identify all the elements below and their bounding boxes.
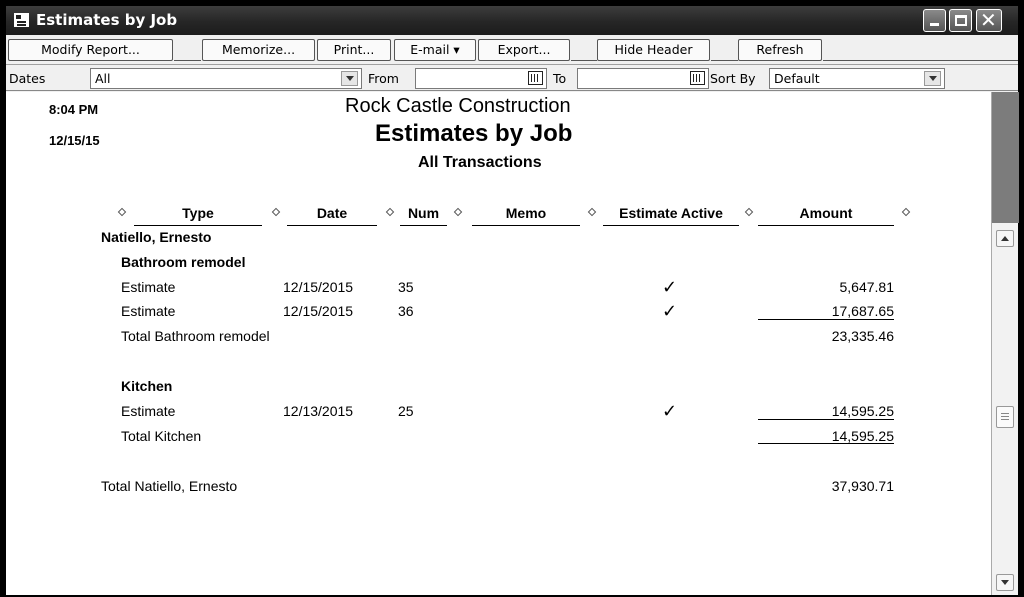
toolbar-separator	[174, 60, 201, 61]
dates-dropdown[interactable]: All	[90, 68, 362, 89]
minimize-button[interactable]	[923, 9, 946, 32]
row-type[interactable]: Estimate	[121, 403, 175, 419]
subtotal-underline	[758, 319, 894, 320]
chevron-down-icon[interactable]	[341, 71, 358, 86]
report-toolbar: Modify Report... Memorize... Print... E-…	[6, 35, 1018, 65]
column-header-type[interactable]: Type	[134, 205, 262, 221]
row-amount[interactable]: 17,687.65	[774, 303, 894, 319]
column-diamond-icon[interactable]	[453, 207, 463, 217]
column-underline	[400, 225, 447, 226]
chevron-down-icon[interactable]	[924, 71, 941, 86]
from-date-field[interactable]	[415, 68, 547, 89]
job-total-amount[interactable]: 23,335.46	[774, 328, 894, 344]
email-dropdown-button[interactable]: E-mail ▾	[394, 39, 476, 61]
toolbar-separator	[711, 60, 738, 61]
sort-by-dropdown[interactable]: Default	[769, 68, 945, 89]
print-button[interactable]: Print...	[317, 39, 391, 61]
row-num[interactable]: 35	[398, 279, 414, 295]
report-date: 12/15/15	[49, 133, 100, 148]
column-header-estimate-active[interactable]: Estimate Active	[603, 205, 739, 221]
report-time: 8:04 PM	[49, 102, 99, 117]
calendar-icon[interactable]	[528, 71, 543, 85]
scrollbar-thumb[interactable]	[996, 406, 1014, 428]
maximize-icon	[955, 15, 967, 26]
row-type[interactable]: Estimate	[121, 303, 175, 319]
title-bar[interactable]: Estimates by Job ✕	[6, 6, 1018, 35]
close-icon: ✕	[980, 8, 997, 32]
filter-bar: Dates All From To Sort By Default	[6, 66, 1018, 91]
row-date[interactable]: 12/15/2015	[283, 303, 353, 319]
row-type[interactable]: Estimate	[121, 279, 175, 295]
scrollbar-header-region	[992, 92, 1019, 223]
to-label: To	[553, 71, 567, 86]
modify-report-button[interactable]: Modify Report...	[8, 39, 173, 61]
job-total-label[interactable]: Total Bathroom remodel	[121, 328, 270, 344]
report-content: 8:04 PM 12/15/15 Rock Castle Constructio…	[6, 92, 991, 595]
row-amount[interactable]: 5,647.81	[774, 279, 895, 295]
from-label: From	[368, 71, 399, 86]
customer-total-label[interactable]: Total Natiello, Ernesto	[101, 478, 237, 494]
hide-header-button[interactable]: Hide Header	[597, 39, 710, 61]
column-diamond-icon[interactable]	[744, 207, 754, 217]
estimate-active-checkmark: ✓	[662, 301, 678, 322]
job-total-label[interactable]: Total Kitchen	[121, 428, 201, 444]
column-diamond-icon[interactable]	[385, 207, 395, 217]
subtotal-underline	[758, 419, 894, 420]
row-date[interactable]: 12/13/2015	[283, 403, 353, 419]
refresh-button[interactable]: Refresh	[738, 39, 822, 61]
sort-by-value: Default	[774, 71, 820, 86]
column-diamond-icon[interactable]	[587, 207, 597, 217]
row-num[interactable]: 25	[398, 403, 414, 419]
export-button[interactable]: Export...	[478, 39, 570, 61]
estimate-active-checkmark: ✓	[662, 277, 678, 298]
column-header-num[interactable]: Num	[400, 205, 447, 221]
sort-by-label: Sort By	[710, 71, 756, 86]
toolbar-separator	[823, 60, 1018, 61]
column-underline	[287, 225, 377, 226]
job-name[interactable]: Kitchen	[121, 378, 172, 394]
subtotal-underline	[758, 443, 894, 444]
row-date[interactable]: 12/15/2015	[283, 279, 353, 295]
toolbar-separator	[571, 60, 597, 61]
report-title: Estimates by Job	[375, 120, 573, 147]
dates-label: Dates	[9, 71, 46, 86]
dates-value: All	[95, 71, 111, 86]
calendar-icon[interactable]	[690, 71, 705, 85]
job-name[interactable]: Bathroom remodel	[121, 254, 245, 270]
column-underline	[603, 225, 739, 226]
column-diamond-icon[interactable]	[901, 207, 911, 217]
column-header-memo[interactable]: Memo	[472, 205, 580, 221]
job-total-amount[interactable]: 14,595.25	[774, 428, 894, 444]
column-underline	[758, 225, 894, 226]
column-underline	[472, 225, 580, 226]
report-window-icon	[14, 13, 29, 27]
scroll-down-icon[interactable]	[996, 574, 1014, 591]
minimize-icon	[930, 23, 939, 26]
column-underline	[134, 225, 262, 226]
row-num[interactable]: 36	[398, 303, 414, 319]
report-window: Estimates by Job ✕ Modify Report... Memo…	[0, 0, 1024, 597]
column-diamond-icon[interactable]	[271, 207, 281, 217]
customer-name[interactable]: Natiello, Ernesto	[101, 229, 211, 245]
report-subtitle: All Transactions	[418, 154, 542, 171]
column-diamond-icon[interactable]	[117, 207, 127, 217]
memorize-button[interactable]: Memorize...	[202, 39, 315, 61]
vertical-scrollbar[interactable]	[991, 92, 1019, 595]
window-title: Estimates by Job	[36, 11, 178, 29]
window-client: Modify Report... Memorize... Print... E-…	[6, 35, 1019, 595]
maximize-button[interactable]	[949, 9, 972, 32]
to-date-field[interactable]	[577, 68, 709, 89]
customer-total-amount[interactable]: 37,930.71	[774, 478, 894, 494]
column-header-date[interactable]: Date	[287, 205, 377, 221]
close-button[interactable]: ✕	[976, 8, 1002, 32]
company-name: Rock Castle Construction	[345, 95, 571, 117]
column-header-amount[interactable]: Amount	[758, 205, 894, 221]
scroll-up-icon[interactable]	[996, 230, 1014, 247]
row-amount[interactable]: 14,595.25	[774, 403, 894, 419]
estimate-active-checkmark: ✓	[662, 401, 678, 422]
